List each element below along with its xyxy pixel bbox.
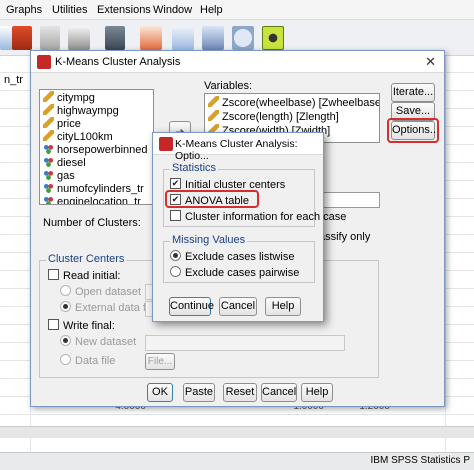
options-dialog: K-Means Cluster Analysis: Optio... Stati… bbox=[152, 132, 346, 322]
pairwise-option[interactable]: Exclude cases pairwise bbox=[170, 266, 299, 279]
menu-bar: Graphs Utilities Extensions Window Help bbox=[0, 0, 474, 20]
initial-centers-checkbox[interactable] bbox=[170, 178, 181, 189]
new-dataset-field[interactable] bbox=[145, 335, 345, 351]
nominal-icon bbox=[43, 195, 54, 204]
add-icon[interactable] bbox=[262, 26, 284, 50]
cluster-info-checkbox[interactable] bbox=[170, 210, 181, 221]
cluster-info-option[interactable]: Cluster information for each case bbox=[170, 210, 346, 223]
ruler-icon bbox=[208, 96, 219, 107]
list-item[interactable]: highwaympg bbox=[43, 104, 119, 117]
ruler-icon bbox=[43, 117, 54, 128]
options-help-button[interactable]: Help bbox=[265, 297, 301, 316]
new-dataset-radio[interactable] bbox=[60, 335, 71, 346]
status-text: IBM SPSS Statistics P bbox=[370, 455, 470, 466]
cluster-centers-label: Cluster Centers bbox=[46, 253, 127, 265]
open-dataset-radio[interactable] bbox=[60, 285, 71, 296]
list-item[interactable]: price bbox=[43, 117, 81, 130]
data-file-option[interactable]: Data file bbox=[60, 354, 115, 367]
missing-values-label: Missing Values bbox=[170, 234, 248, 246]
pairwise-radio[interactable] bbox=[170, 266, 181, 277]
ruler-icon bbox=[43, 104, 54, 115]
write-final-option[interactable]: Write final: bbox=[48, 319, 115, 332]
column-header-fragment: n_tr bbox=[4, 74, 23, 86]
reset-button[interactable]: Reset bbox=[223, 383, 257, 402]
variables-label: Variables: bbox=[204, 80, 253, 92]
nominal-icon bbox=[43, 182, 54, 193]
listwise-option[interactable]: Exclude cases listwise bbox=[170, 250, 294, 263]
menu-help[interactable]: Help bbox=[200, 4, 223, 16]
table-icon[interactable] bbox=[40, 26, 60, 50]
list-item[interactable]: Zscore(wheelbase) [Zwheelbase] bbox=[208, 96, 379, 109]
list-item[interactable]: Zscore(length) [Zlength] bbox=[208, 110, 339, 123]
missing-values-group: Missing Values Exclude cases listwise Ex… bbox=[163, 234, 315, 283]
help-button[interactable]: Help bbox=[301, 383, 333, 402]
list-item[interactable]: cityL100km bbox=[43, 130, 113, 143]
options-highlight bbox=[387, 118, 439, 143]
dialog-title: K-Means Cluster Analysis bbox=[55, 56, 181, 68]
split-icon[interactable] bbox=[172, 26, 194, 50]
menu-utilities[interactable]: Utilities bbox=[52, 4, 87, 16]
circles-icon[interactable] bbox=[232, 26, 254, 50]
list-item[interactable]: gas bbox=[43, 169, 75, 182]
value-labels-icon[interactable] bbox=[202, 26, 224, 50]
read-initial-checkbox[interactable] bbox=[48, 269, 59, 280]
nominal-icon bbox=[43, 169, 54, 180]
menu-graphs[interactable]: Graphs bbox=[6, 4, 42, 16]
import-icon[interactable] bbox=[12, 26, 32, 50]
data-file-radio[interactable] bbox=[60, 354, 71, 365]
binoculars-icon[interactable] bbox=[105, 26, 125, 50]
write-final-checkbox[interactable] bbox=[48, 319, 59, 330]
file-button[interactable]: File... bbox=[145, 353, 175, 370]
read-initial-option[interactable]: Read initial: bbox=[48, 269, 120, 282]
options-title: K-Means Cluster Analysis: Optio... bbox=[175, 138, 298, 162]
classify-only-label: assify only bbox=[319, 231, 371, 243]
app-icon bbox=[37, 55, 51, 69]
external-file-option[interactable]: External data file bbox=[60, 301, 157, 314]
anova-highlight bbox=[165, 190, 259, 208]
listwise-radio[interactable] bbox=[170, 250, 181, 261]
list-item[interactable]: diesel bbox=[43, 156, 86, 169]
chart-icon[interactable] bbox=[68, 26, 90, 50]
menu-window[interactable]: Window bbox=[153, 4, 192, 16]
list-item[interactable]: citympg bbox=[43, 91, 95, 104]
horizontal-scrollbar[interactable] bbox=[0, 426, 474, 438]
ruler-icon bbox=[43, 91, 54, 102]
close-icon[interactable]: ✕ bbox=[425, 54, 436, 70]
menu-extensions[interactable]: Extensions bbox=[97, 4, 151, 16]
nominal-icon bbox=[43, 156, 54, 167]
statistics-label: Statistics bbox=[170, 162, 219, 174]
ok-button[interactable]: OK bbox=[147, 383, 173, 402]
options-cancel-button[interactable]: Cancel bbox=[219, 297, 257, 316]
ruler-icon bbox=[43, 130, 54, 141]
open-dataset-option[interactable]: Open dataset bbox=[60, 285, 141, 298]
continue-button[interactable]: Continue bbox=[169, 297, 214, 316]
source-variable-list[interactable]: citympg highwaympg price cityL100km hors… bbox=[39, 89, 154, 205]
cancel-button[interactable]: Cancel bbox=[261, 383, 297, 402]
list-item[interactable]: enginelocation_tr bbox=[43, 195, 141, 204]
dialog-titlebar: K-Means Cluster Analysis ✕ bbox=[31, 51, 444, 73]
external-file-radio[interactable] bbox=[60, 301, 71, 312]
iterate-button[interactable]: Iterate... bbox=[391, 83, 435, 102]
list-item[interactable]: numofcylinders_tr bbox=[43, 182, 144, 195]
app-icon bbox=[159, 137, 173, 151]
options-titlebar: K-Means Cluster Analysis: Optio... bbox=[153, 133, 323, 162]
paste-button[interactable]: Paste bbox=[183, 383, 215, 402]
num-clusters-label: Number of Clusters: bbox=[43, 217, 141, 229]
ruler-icon bbox=[208, 110, 219, 121]
nominal-icon bbox=[43, 143, 54, 154]
new-dataset-option[interactable]: New dataset bbox=[60, 335, 136, 348]
list-item[interactable]: horsepowerbinned bbox=[43, 143, 148, 156]
pivot-icon[interactable] bbox=[140, 26, 162, 50]
status-bar: IBM SPSS Statistics P bbox=[0, 452, 474, 470]
